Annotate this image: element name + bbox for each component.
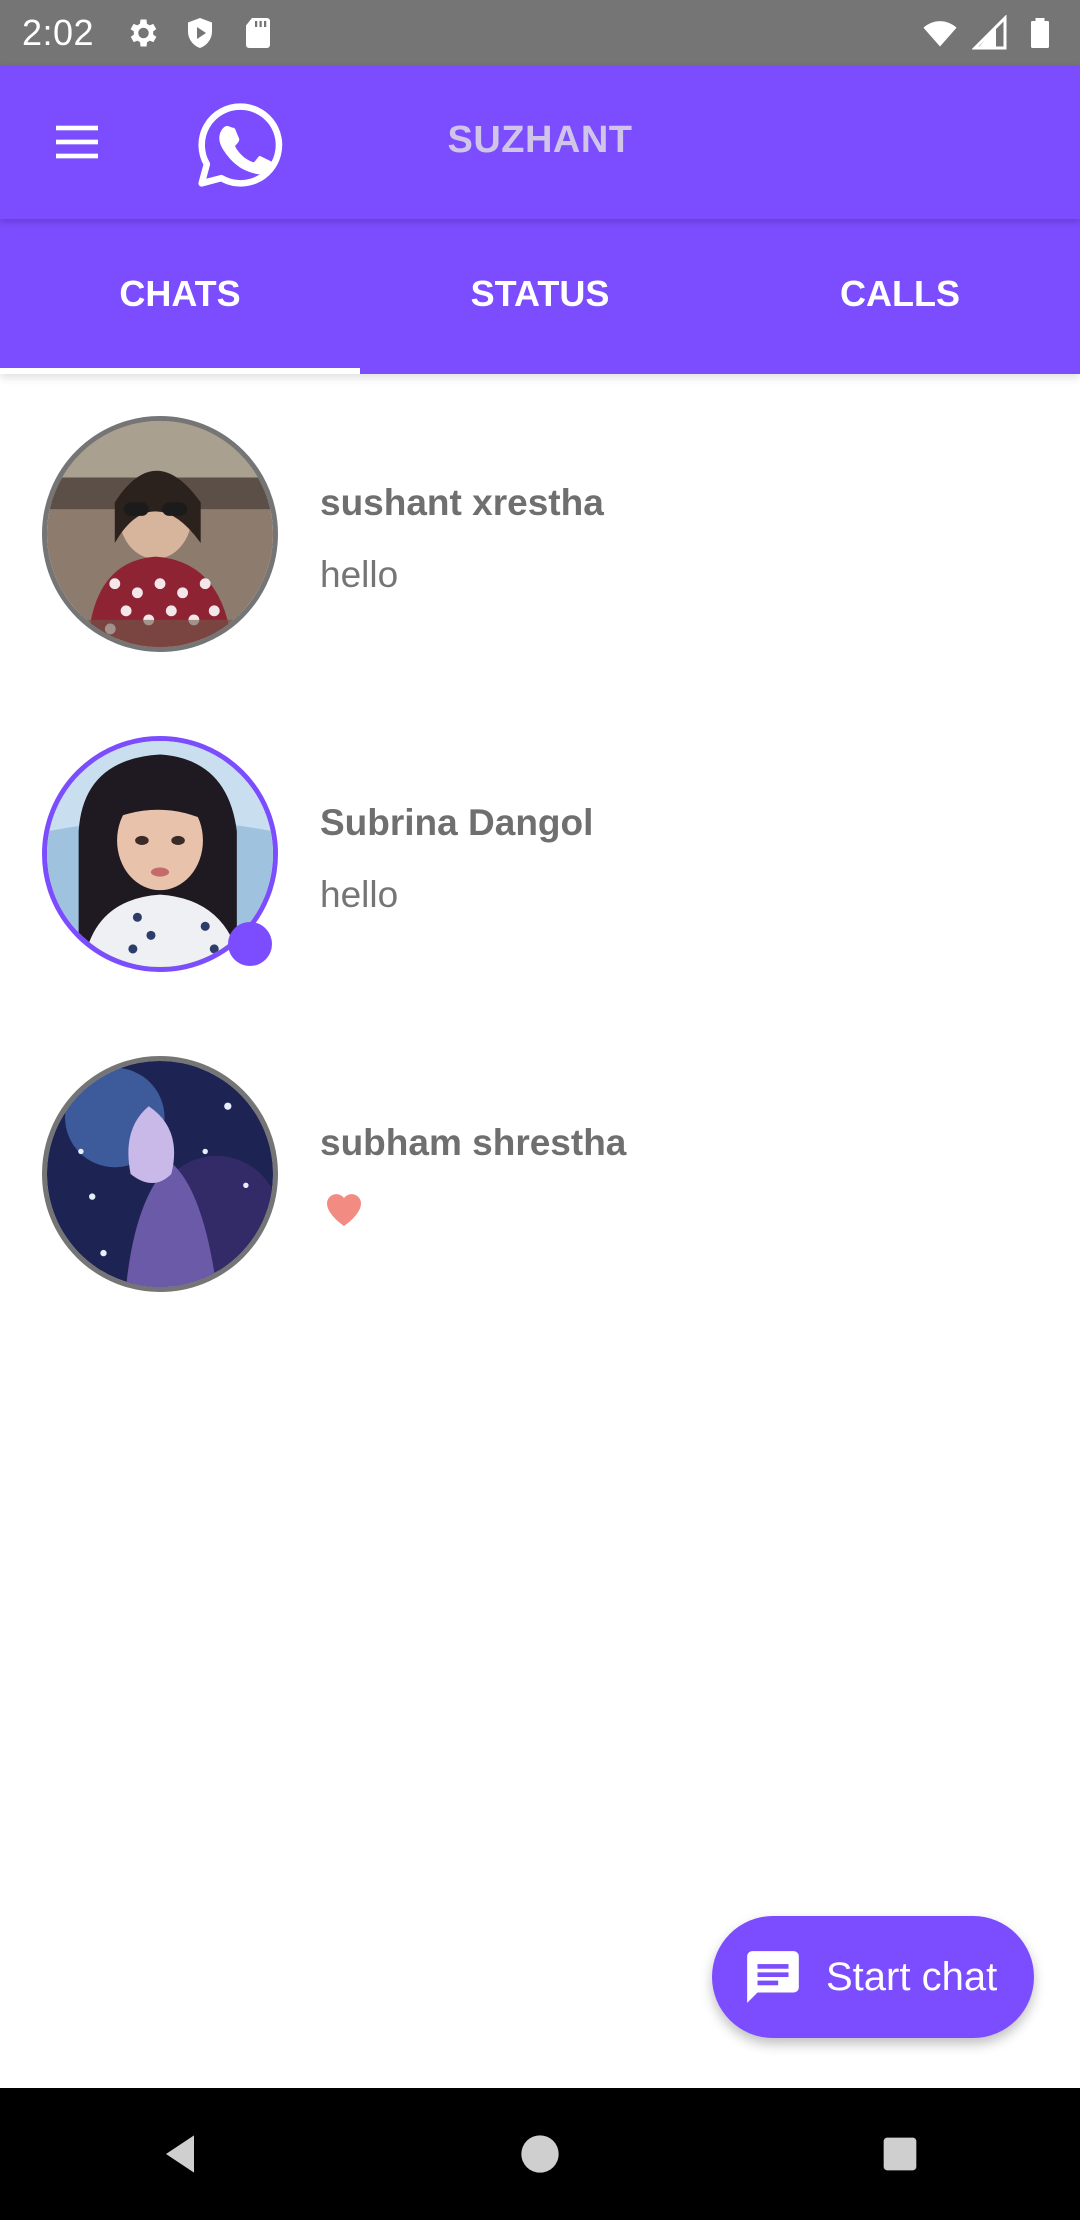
start-chat-button[interactable]: Start chat	[712, 1916, 1034, 2038]
app-title: SUZHANT	[447, 119, 633, 161]
chat-list-item[interactable]: subham shrestha	[0, 1014, 1080, 1334]
start-chat-label: Start chat	[826, 1954, 998, 1999]
chat-preview: hello	[320, 554, 399, 595]
recents-button[interactable]	[860, 2114, 940, 2194]
sd-card-icon	[240, 15, 276, 51]
tab-calls[interactable]: CALLS	[720, 219, 1080, 374]
tab-bar: CHATS STATUS CALLS	[0, 219, 1080, 374]
status-icons-left	[124, 15, 276, 51]
message-icon	[747, 1951, 799, 2003]
screen: 2:02 SUZHANT CHATS STATUS CALLS sushant …	[0, 0, 1080, 2220]
app-bar: SUZHANT	[0, 65, 1080, 219]
status-time: 2:02	[22, 11, 95, 53]
chat-list-item[interactable]: Subrina Dangol hello	[0, 694, 1080, 1014]
online-indicator	[228, 922, 272, 966]
heart-emoji-icon	[320, 1184, 368, 1232]
avatar[interactable]	[42, 1056, 278, 1292]
back-button[interactable]	[140, 2114, 220, 2194]
chat-list-item[interactable]: sushant xrestha hello	[0, 374, 1080, 694]
home-icon	[521, 2135, 559, 2173]
status-icons-right	[922, 14, 1058, 51]
home-button[interactable]	[500, 2114, 580, 2194]
tab-chats[interactable]: CHATS	[0, 219, 360, 374]
tab-status[interactable]: STATUS	[360, 219, 720, 374]
settings-icon	[124, 15, 160, 51]
chat-preview: hello	[320, 874, 399, 915]
signal-icon	[972, 14, 1008, 51]
chat-name: subham shrestha	[320, 1122, 627, 1163]
avatar[interactable]	[42, 416, 278, 652]
wifi-icon	[922, 15, 958, 51]
back-icon	[166, 2135, 194, 2173]
recents-icon	[883, 2137, 917, 2171]
chat-name: sushant xrestha	[320, 482, 604, 523]
chat-list: sushant xrestha hello Subrina Dangol hel…	[0, 374, 1080, 1334]
chat-name: Subrina Dangol	[320, 802, 594, 843]
shield-icon	[182, 15, 218, 51]
status-bar: 2:02	[0, 0, 1080, 65]
battery-icon	[1022, 15, 1058, 51]
navigation-bar	[0, 2088, 1080, 2220]
